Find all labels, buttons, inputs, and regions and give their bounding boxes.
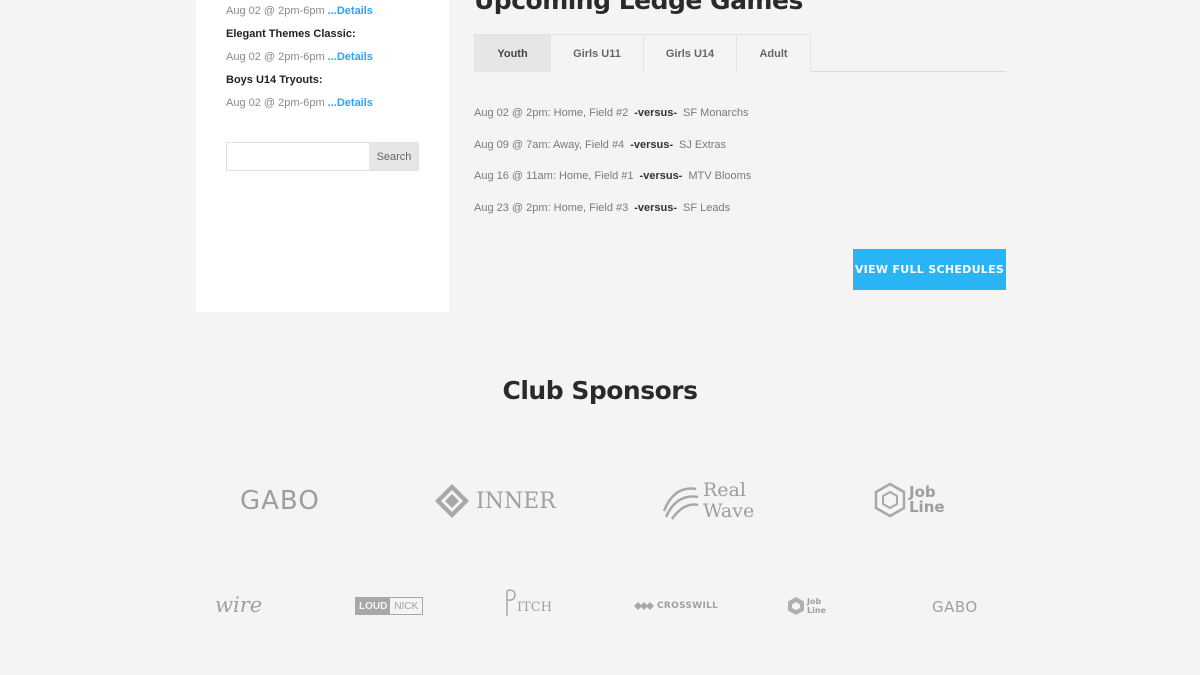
game-versus: -versus- [630, 139, 673, 151]
gabo-logo[interactable]: GABO [240, 486, 320, 516]
pitch-logo[interactable]: ITCH [503, 588, 552, 618]
events-sidebar: Aug 02 @ 2pm-6pm ...Details Elegant Them… [196, 0, 449, 312]
search-form: Search [226, 142, 419, 171]
loudnick-logo-text-b: NICK [394, 600, 419, 612]
tab-girls-u11[interactable]: Girls U11 [551, 34, 644, 72]
sponsors-title: Club Sponsors [502, 376, 698, 405]
event-date: Aug 02 @ 2pm-6pm ...Details [226, 51, 373, 63]
wire-logo[interactable]: wire [215, 593, 262, 617]
realwave-logo-line1: Real [703, 479, 746, 501]
realwave-logo[interactable]: Real Wave [660, 480, 754, 522]
jobline-logo[interactable]: Job Line [874, 482, 945, 518]
crosswill-logo[interactable]: CROSSWILL [634, 598, 718, 614]
event-date-text: Aug 02 @ 2pm-6pm [226, 97, 325, 109]
game-opponent: SJ Extras [678, 139, 727, 151]
gabo-small-logo[interactable]: GABO [932, 598, 978, 616]
pitch-logo-text: ITCH [517, 599, 553, 615]
page-title: Upcoming Ledge Games [474, 0, 803, 15]
loudnick-badge: LOUD NICK [355, 597, 424, 615]
inner-diamond-icon [435, 484, 469, 518]
game-versus: -versus- [634, 107, 678, 119]
gabo-logo-text: GABO [240, 486, 320, 516]
game-row: Aug 09 @ 7am: Away, Field #4 -versus- SJ E… [474, 139, 726, 151]
tab-adult[interactable]: Adult [737, 34, 811, 72]
tab-girls-u14[interactable]: Girls U14 [644, 34, 737, 72]
game-row: Aug 16 @ 11am: Home, Field #1 -versus- MTV… [474, 170, 751, 182]
game-info: Aug 23 @ 2pm: Home, Field #3 [474, 202, 629, 214]
realwave-logo-line2: Wave [703, 500, 755, 522]
game-opponent: MTV Blooms [688, 170, 752, 182]
game-info: Aug 09 @ 7am: Away, Field #4 [474, 139, 625, 151]
game-versus: -versus- [639, 170, 683, 182]
tab-youth[interactable]: Youth [474, 34, 551, 72]
game-info: Aug 16 @ 11am: Home, Field #1 [474, 170, 634, 182]
event-title: Boys U14 Tryouts: [226, 74, 323, 86]
jobline-small-logo-line1: Job [807, 597, 822, 606]
inner-logo-text: INNER [476, 488, 556, 514]
event-date-text: Aug 02 @ 2pm-6pm [226, 51, 325, 63]
game-versus: -versus- [634, 202, 678, 214]
hexagon-icon [874, 482, 906, 518]
jobline-small-logo[interactable]: Job Line [787, 596, 826, 616]
game-row: Aug 23 @ 2pm: Home, Field #3 -versus- SF L… [474, 202, 730, 214]
gabo-small-logo-text: GABO [932, 598, 978, 616]
game-row: Aug 02 @ 2pm: Home, Field #2 -versus- SF M… [474, 107, 748, 119]
event-details-link[interactable]: ...Details [328, 51, 373, 63]
pitch-p-icon [506, 589, 516, 616]
search-input[interactable] [226, 142, 370, 171]
hexagon-small-icon [788, 597, 804, 615]
wire-logo-text: wire [215, 593, 263, 617]
jobline-small-logo-line2: Line [807, 606, 826, 615]
view-full-schedules-button[interactable]: VIEW FULL SCHEDULES [853, 249, 1006, 290]
loudnick-logo-text-a: LOUD [356, 598, 391, 614]
loudnick-logo[interactable]: LOUD NICK [355, 597, 424, 615]
game-info: Aug 02 @ 2pm: Home, Field #2 [474, 107, 629, 119]
event-date-text: Aug 02 @ 2pm-6pm [226, 5, 325, 17]
games-tabs: Youth Girls U11 Girls U14 Adult [474, 34, 1006, 72]
wave-icon [662, 487, 699, 520]
event-title: Elegant Themes Classic: [226, 28, 356, 40]
event-details-link[interactable]: ...Details [328, 5, 373, 17]
jobline-logo-line2: Line [909, 498, 945, 516]
search-button[interactable]: Search [370, 142, 419, 171]
inner-logo[interactable]: INNER [434, 483, 556, 519]
event-details-link[interactable]: ...Details [328, 97, 373, 109]
event-date: Aug 02 @ 2pm-6pm ...Details [226, 5, 373, 17]
crosswill-icon [634, 602, 654, 610]
crosswill-logo-text: CROSSWILL [657, 601, 719, 611]
event-date: Aug 02 @ 2pm-6pm ...Details [226, 97, 373, 109]
game-opponent: SF Monarchs [683, 107, 749, 119]
game-opponent: SF Leads [683, 202, 731, 214]
